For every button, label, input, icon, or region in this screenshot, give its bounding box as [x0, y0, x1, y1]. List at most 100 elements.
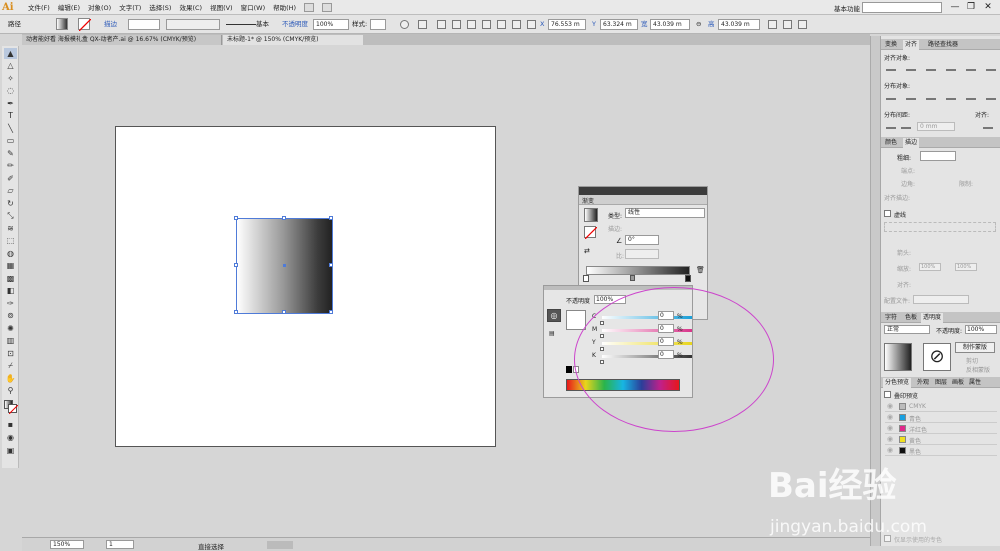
- arrange-documents-button[interactable]: [322, 2, 333, 12]
- pen-tool-icon[interactable]: ✒: [4, 98, 17, 109]
- bbox-handle[interactable]: [282, 310, 286, 314]
- gradient-tab[interactable]: 渐变: [582, 196, 594, 205]
- height-field[interactable]: 43.039 m: [718, 19, 760, 30]
- distribute-hcenter-icon[interactable]: [966, 92, 976, 100]
- weight-field[interactable]: [920, 151, 956, 161]
- gradient-tool-icon[interactable]: ◧: [4, 285, 17, 296]
- bbox-handle[interactable]: [282, 216, 286, 220]
- invert-mask-checkbox[interactable]: 反相蒙版: [966, 365, 990, 374]
- overprint-checkbox[interactable]: [884, 391, 891, 398]
- tab-character[interactable]: 字符: [883, 313, 899, 323]
- width-tool-icon[interactable]: ≋: [4, 223, 17, 234]
- fill-stroke-indicator[interactable]: [4, 400, 18, 414]
- align-bottom-icon[interactable]: [986, 63, 996, 71]
- bridge-button[interactable]: [304, 2, 315, 12]
- arrow-scale-start[interactable]: 100%: [919, 263, 941, 271]
- menu-help[interactable]: 帮助(H): [273, 2, 296, 12]
- separation-row[interactable]: ◉ 青色: [885, 413, 997, 423]
- stroke-link[interactable]: 描边: [104, 19, 117, 30]
- constrain-link-icon[interactable]: ⊖: [696, 19, 701, 30]
- align-bottom-icon[interactable]: [512, 20, 521, 29]
- gradient-rectangle[interactable]: [234, 216, 333, 314]
- scale-tool-icon[interactable]: ⤡: [4, 210, 17, 221]
- opacity-field[interactable]: 100%: [313, 19, 349, 30]
- bbox-handle[interactable]: [234, 263, 238, 267]
- distribute-top-icon[interactable]: [886, 92, 896, 100]
- distribute-vcenter-icon[interactable]: [906, 92, 916, 100]
- tab-layers[interactable]: 图层: [933, 378, 949, 388]
- blend-mode-select[interactable]: 正常: [884, 325, 930, 334]
- clip-checkbox[interactable]: 剪切: [966, 356, 978, 365]
- align-hcenter-icon[interactable]: [906, 63, 916, 71]
- align-top-icon[interactable]: [482, 20, 491, 29]
- minimize-button[interactable]: —: [948, 1, 962, 13]
- blend-tool-icon[interactable]: ⊚: [4, 310, 17, 321]
- hand-tool-icon[interactable]: ✋: [4, 373, 17, 384]
- blob-brush-icon[interactable]: ✐: [4, 173, 17, 184]
- menu-effect[interactable]: 效果(C): [179, 2, 202, 12]
- tab-swatches[interactable]: 色板: [903, 313, 919, 323]
- bbox-handle[interactable]: [329, 310, 333, 314]
- tab-color[interactable]: 颜色: [883, 138, 899, 148]
- color-mode-icon[interactable]: ▪: [4, 419, 17, 430]
- gradient-stop-end[interactable]: [685, 275, 691, 282]
- distribute-right-icon[interactable]: [986, 92, 996, 100]
- tab-separations[interactable]: 分色预览: [883, 378, 912, 388]
- align-left-icon[interactable]: [437, 20, 446, 29]
- transform-options-icon[interactable]: [768, 20, 777, 29]
- no-mask-icon[interactable]: ⊘: [923, 343, 951, 371]
- column-graph-icon[interactable]: ▥: [4, 335, 17, 346]
- aspect-ratio-field[interactable]: [625, 249, 659, 259]
- tab-attributes[interactable]: 属性: [967, 378, 983, 388]
- spacing-horizontal-icon[interactable]: [901, 121, 911, 129]
- gradient-midpoint[interactable]: [630, 275, 635, 281]
- pencil-icon[interactable]: ✏: [4, 160, 17, 171]
- tab-align[interactable]: 对齐: [903, 40, 920, 50]
- x-field[interactable]: 76.553 m: [548, 19, 586, 30]
- zoom-field[interactable]: 150%: [50, 540, 84, 549]
- isolate-icon[interactable]: [783, 20, 792, 29]
- zoom-tool-icon[interactable]: ⚲: [4, 385, 17, 396]
- trans-opacity-field[interactable]: 100%: [965, 325, 997, 334]
- spacing-vertical-icon[interactable]: [886, 121, 896, 129]
- tab-stroke[interactable]: 描边: [903, 138, 920, 148]
- make-mask-button[interactable]: 制作蒙版: [955, 342, 995, 353]
- close-button[interactable]: ✕: [981, 1, 995, 13]
- horizontal-scrollbar[interactable]: [267, 541, 293, 549]
- align-to-selection-icon[interactable]: [983, 121, 993, 129]
- dashed-checkbox[interactable]: [884, 210, 891, 217]
- symbol-sprayer-icon[interactable]: ✺: [4, 323, 17, 334]
- align-right-icon[interactable]: [926, 63, 936, 71]
- bbox-handle[interactable]: [234, 216, 238, 220]
- menu-select[interactable]: 选择(S): [149, 2, 171, 12]
- shape-builder-icon[interactable]: ◍: [4, 248, 17, 259]
- gradient-type-select[interactable]: 线性: [625, 208, 705, 218]
- trash-icon[interactable]: 🗑: [696, 266, 705, 274]
- screen-mode-icon[interactable]: ▣: [4, 445, 17, 456]
- gradient-preview-swatch[interactable]: [584, 208, 598, 222]
- tab-appearance[interactable]: 外观: [915, 378, 931, 388]
- menu-type[interactable]: 文字(T): [119, 2, 141, 12]
- bbox-handle[interactable]: [234, 310, 238, 314]
- mask-icon[interactable]: ▤: [549, 330, 555, 337]
- rectangle-tool-icon[interactable]: ▭: [4, 135, 17, 146]
- reverse-gradient-icon[interactable]: ⇄: [584, 247, 590, 255]
- align-vcenter-icon[interactable]: [966, 63, 976, 71]
- tab-document-1[interactable]: 动者能好看 海报模礼盒 QX-动者产.ai @ 16.67% (CMYK/预览): [22, 35, 222, 45]
- width-field[interactable]: 43.039 m: [650, 19, 690, 30]
- recolor-icon[interactable]: [400, 20, 409, 29]
- rotate-tool-icon[interactable]: ↻: [4, 198, 17, 209]
- selection-tool-icon[interactable]: ▲: [4, 48, 17, 59]
- y-field[interactable]: 63.324 m: [600, 19, 638, 30]
- arrow-scale-end[interactable]: 100%: [955, 263, 977, 271]
- gradient-slider[interactable]: [586, 266, 690, 275]
- search-input[interactable]: [862, 2, 942, 13]
- paintbrush-icon[interactable]: ✎: [4, 148, 17, 159]
- black-swatch[interactable]: [566, 366, 572, 373]
- spacing-field[interactable]: 0 mm: [917, 122, 955, 131]
- menu-edit[interactable]: 编辑(E): [58, 2, 80, 12]
- tab-transform[interactable]: 变换: [883, 40, 899, 50]
- variable-width-select[interactable]: [166, 19, 220, 30]
- workspace-switcher[interactable]: 基本功能: [834, 3, 860, 13]
- stroke-swatch[interactable]: [584, 226, 597, 239]
